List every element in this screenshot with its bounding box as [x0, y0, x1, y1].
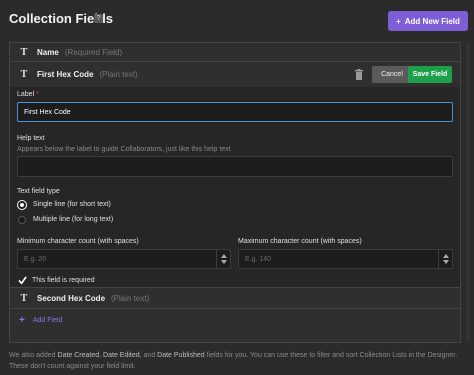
fields-panel: T Name (Required Field) T First Hex Code…: [9, 42, 461, 343]
save-field-button[interactable]: Save Field: [408, 66, 452, 83]
add-new-field-label: Add New Field: [404, 16, 460, 26]
min-count-input[interactable]: E.g. 20: [17, 249, 231, 269]
field-row-editing: T First Hex Code (Plain text) Cancel Sav…: [10, 62, 460, 86]
cancel-button[interactable]: Cancel: [372, 66, 412, 83]
footer-date-edited: Date Edited: [103, 352, 140, 359]
text-type-icon: T: [20, 68, 28, 80]
label-text: Label: [17, 91, 35, 98]
footer-note: We also added Date Created, Date Edited,…: [9, 350, 464, 372]
add-field-row[interactable]: + Add Field: [10, 309, 460, 331]
text-type-icon: T: [20, 292, 28, 304]
help-text-hint: Appears below the label to guide Collabo…: [17, 146, 231, 153]
max-count-input[interactable]: E.g. 140: [238, 249, 453, 269]
radio-single-line-label[interactable]: Single line (for short text): [33, 201, 111, 208]
max-count-placeholder: E.g. 140: [245, 255, 272, 263]
scrollbar[interactable]: [466, 42, 470, 342]
field-meta: (Required Field): [64, 47, 123, 57]
footer-date-published: Date Published: [157, 352, 205, 359]
field-row-name[interactable]: T Name (Required Field): [10, 43, 460, 62]
required-checkbox-label[interactable]: This field is required: [32, 277, 95, 284]
plus-icon: +: [396, 16, 401, 26]
add-field-link[interactable]: Add Field: [33, 317, 63, 324]
radio-multiple-line[interactable]: [18, 216, 26, 224]
required-checkbox-check-icon[interactable]: [18, 276, 27, 285]
text-field-type-label: Text field type: [17, 188, 60, 195]
field-name: First Hex Code: [37, 69, 94, 79]
help-icon[interactable]: ?: [94, 14, 103, 23]
add-new-field-button[interactable]: + Add New Field: [388, 11, 468, 31]
help-text-input[interactable]: [17, 156, 453, 177]
min-count-placeholder: E.g. 20: [24, 255, 47, 263]
page-header: Collection Fields ? + Add New Field: [0, 0, 474, 40]
stepper-down-icon[interactable]: [220, 260, 227, 264]
min-count-stepper[interactable]: [216, 250, 230, 268]
help-text-label: Help text: [17, 135, 45, 142]
label-input[interactable]: First Hex Code: [17, 102, 453, 122]
trash-icon[interactable]: [354, 69, 364, 81]
radio-single-line[interactable]: [18, 201, 26, 209]
max-count-stepper[interactable]: [438, 250, 452, 268]
footer-text: We also added: [9, 352, 58, 359]
max-count-label: Maximum character count (with spaces): [238, 238, 362, 245]
plus-icon: +: [19, 314, 25, 326]
field-meta: (Plain text): [111, 293, 150, 303]
footer-text: , and: [139, 352, 158, 359]
radio-multiple-line-label[interactable]: Multiple line (for long text): [33, 216, 113, 223]
required-marker: *: [36, 91, 39, 98]
min-count-label: Minimum character count (with spaces): [17, 238, 139, 245]
field-row-second-hex[interactable]: T Second Hex Code (Plain text): [10, 287, 460, 309]
stepper-up-icon[interactable]: [220, 254, 227, 258]
stepper-down-icon[interactable]: [442, 260, 449, 264]
label-field-label: Label *: [17, 91, 39, 98]
field-name: Second Hex Code: [37, 293, 106, 303]
field-name: Name: [37, 47, 59, 57]
footer-date-created: Date Created: [57, 352, 100, 359]
field-meta: (Plain text): [99, 69, 138, 79]
text-type-icon: T: [20, 46, 28, 58]
stepper-up-icon[interactable]: [442, 254, 449, 258]
field-editor: Label * First Hex Code Help text Appears…: [10, 87, 460, 287]
